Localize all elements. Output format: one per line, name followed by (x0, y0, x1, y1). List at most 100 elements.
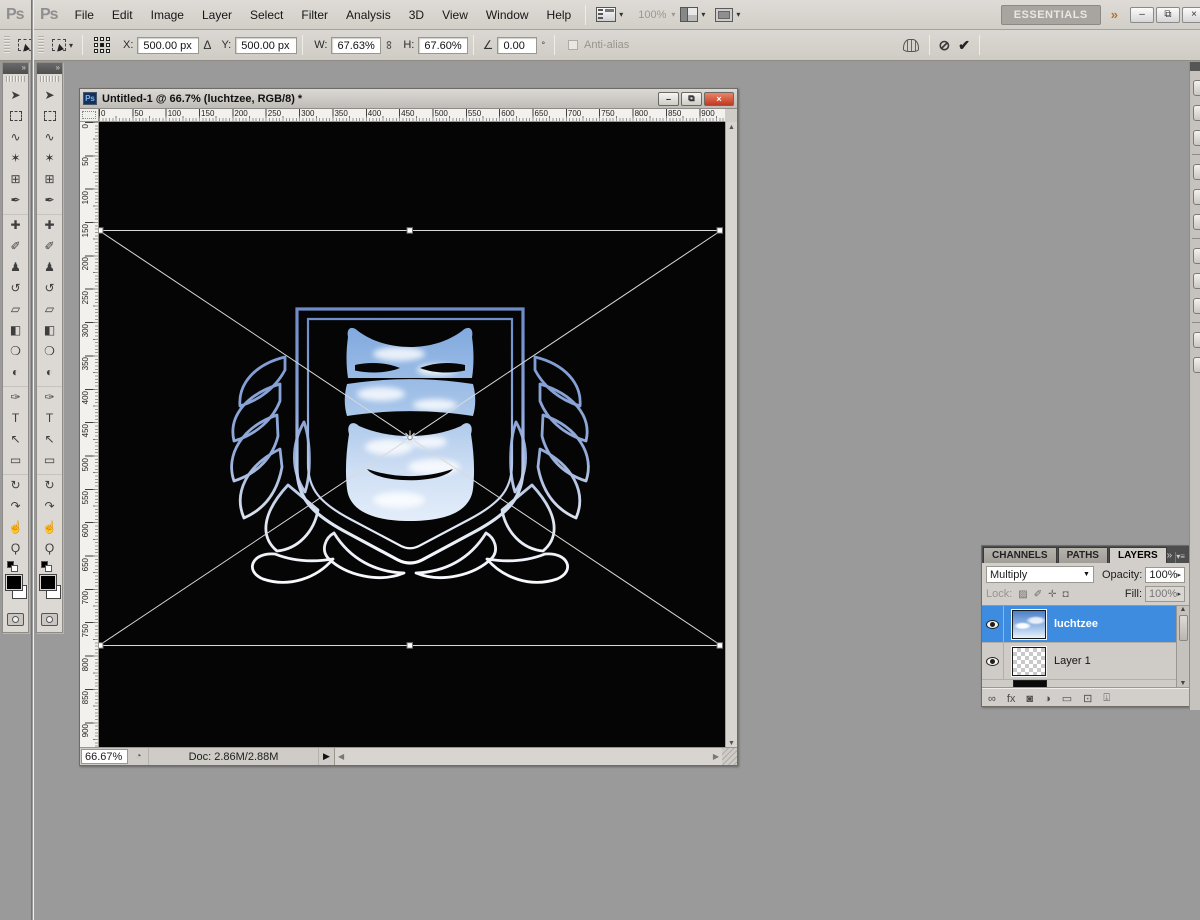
lock-transparent-pixels-icon[interactable]: ▨ (1018, 589, 1027, 600)
history-brush-tool[interactable]: ↺ (3, 277, 28, 298)
commit-transform-button[interactable]: ✔ (954, 37, 974, 54)
color-swatches[interactable] (40, 575, 60, 605)
dock-header[interactable] (1190, 62, 1200, 71)
dock-panel-icon[interactable] (1193, 130, 1200, 146)
reference-point-locator[interactable] (94, 37, 111, 54)
panel-chevrons-icon[interactable]: » (1167, 550, 1176, 563)
visibility-cell[interactable] (982, 606, 1004, 642)
menu-select[interactable]: Select (241, 5, 292, 25)
path-selection-tool[interactable]: ↖ (37, 428, 62, 449)
document-close-button[interactable]: × (704, 92, 734, 106)
horizontal-ruler[interactable]: 0501001502002503003504004505005506006507… (99, 109, 725, 122)
3d-orbit-tool[interactable]: ↷ (37, 495, 62, 516)
3d-rotate-tool[interactable]: ↻ (37, 474, 62, 495)
rotation-input[interactable]: 0.00 (497, 37, 537, 54)
status-zoom-field[interactable]: 66.67% (81, 749, 128, 764)
height-input[interactable]: 67.60% (418, 37, 467, 54)
delete-layer-icon[interactable]: ⍗ (1103, 692, 1110, 705)
dodge-tool[interactable]: ◐ (3, 361, 28, 382)
horizontal-scrollbar[interactable]: ◀▶ (335, 748, 722, 765)
layer-row-layer-1[interactable]: Layer 1 (982, 643, 1178, 680)
magic-wand-tool[interactable]: ✶ (3, 147, 28, 168)
crop-tool[interactable]: ⊞ (3, 168, 28, 189)
link-layers-icon[interactable]: ∞ (988, 693, 996, 705)
x-position-input[interactable]: 500.00 px (137, 37, 199, 54)
zoom-level-dropdown[interactable]: 100% (638, 9, 666, 21)
quick-mask-button[interactable] (7, 613, 24, 626)
new-adjustment-layer-icon[interactable]: ◑ (1044, 693, 1051, 705)
type-tool[interactable]: T (37, 407, 62, 428)
toolbar-collapse-chevrons[interactable]: » (37, 63, 62, 74)
dock-panel-icon[interactable] (1193, 332, 1200, 348)
default-colors-icon[interactable] (7, 561, 26, 573)
panel-menu-icon[interactable]: ▾≡ (1175, 552, 1190, 563)
lasso-tool[interactable]: ∿ (3, 126, 28, 147)
launch-bridge-button[interactable]: ▾ (591, 5, 628, 25)
eraser-tool[interactable]: ▱ (3, 298, 28, 319)
lasso-tool[interactable]: ∿ (37, 126, 62, 147)
scroll-up-icon[interactable]: ▲ (728, 124, 735, 131)
status-menu-arrow[interactable]: ▶ (319, 748, 335, 765)
add-layer-mask-icon[interactable]: ◙ (1026, 693, 1033, 705)
pen-tool[interactable]: ✑ (37, 386, 62, 407)
tab-layers[interactable]: LAYERS (1109, 547, 1167, 563)
document-restore-button[interactable]: ⧉ (681, 92, 702, 106)
zoom-tool[interactable]: Ϙ (3, 537, 28, 558)
rectangular-marquee-tool[interactable] (3, 105, 28, 126)
opacity-input[interactable]: 100%▸ (1145, 567, 1185, 583)
move-tool[interactable]: ➤ (37, 84, 62, 105)
maintain-aspect-ratio-link-icon[interactable]: ∞ (382, 37, 396, 54)
toolbar-grip[interactable] (6, 76, 25, 82)
rectangular-marquee-tool[interactable] (37, 105, 62, 126)
zoom-tool[interactable]: Ϙ (37, 537, 62, 558)
gradient-tool[interactable]: ◧ (37, 319, 62, 340)
screen-mode-button[interactable]: ▾ (710, 5, 745, 25)
magic-wand-tool[interactable]: ✶ (37, 147, 62, 168)
menu-layer[interactable]: Layer (193, 5, 241, 25)
eye-icon[interactable] (986, 657, 999, 666)
spot-healing-brush-tool[interactable]: ✚ (3, 214, 28, 235)
eyedropper-tool[interactable]: ✒ (3, 189, 28, 210)
blur-tool[interactable]: ❍ (37, 340, 62, 361)
tab-paths[interactable]: PATHS (1058, 547, 1108, 563)
dock-panel-icon[interactable] (1193, 298, 1200, 314)
eyedropper-tool[interactable]: ✒ (37, 189, 62, 210)
dock-panel-icon[interactable] (1193, 357, 1200, 373)
default-colors-icon[interactable] (41, 561, 60, 573)
clone-stamp-tool[interactable]: ♟ (37, 256, 62, 277)
scroll-right-icon[interactable]: ▶ (713, 752, 719, 761)
dock-panel-icon[interactable] (1193, 248, 1200, 264)
relative-position-toggle[interactable]: Δ (199, 38, 215, 52)
options-grip[interactable] (38, 36, 44, 54)
vertical-ruler[interactable]: 0501001502002503003504004505005506006507… (80, 122, 99, 749)
layers-scrollbar[interactable]: ▲▼ (1176, 606, 1189, 687)
layer-thumbnail[interactable] (1012, 647, 1046, 676)
restore-button[interactable]: ⧉ (1156, 7, 1180, 23)
workspace-essentials-button[interactable]: ESSENTIALS (1001, 5, 1101, 25)
rectangle-tool[interactable]: ▭ (37, 449, 62, 470)
blur-tool[interactable]: ❍ (3, 340, 28, 361)
hand-tool[interactable]: ☝ (3, 516, 28, 537)
canvas[interactable] (99, 122, 725, 749)
close-button[interactable]: × (1182, 7, 1200, 23)
cancel-transform-button[interactable]: ⊘ (935, 37, 955, 54)
width-input[interactable]: 67.63% (331, 37, 380, 54)
dock-panel-icon[interactable] (1193, 80, 1200, 96)
foreground-color-swatch[interactable] (40, 575, 56, 590)
menu-window[interactable]: Window (477, 5, 538, 25)
history-brush-tool[interactable]: ↺ (37, 277, 62, 298)
scroll-down-icon[interactable]: ▼ (1180, 680, 1187, 687)
layer-styles-icon[interactable]: fx (1007, 693, 1016, 705)
gradient-tool[interactable]: ◧ (3, 319, 28, 340)
blend-mode-select[interactable]: Multiply▼ (986, 566, 1094, 583)
pen-tool[interactable]: ✑ (3, 386, 28, 407)
menu-edit[interactable]: Edit (103, 5, 142, 25)
dock-panel-icon[interactable] (1193, 164, 1200, 180)
document-title-bar[interactable]: Ps Untitled-1 @ 66.7% (luchtzee, RGB/8) … (80, 89, 737, 109)
transform-overlay[interactable] (99, 228, 723, 649)
new-group-icon[interactable]: ▭ (1062, 692, 1072, 705)
lock-all-icon[interactable]: ◘ (1063, 589, 1069, 600)
warp-mode-toggle[interactable] (898, 35, 924, 55)
hand-tool[interactable]: ☝ (37, 516, 62, 537)
clone-stamp-tool[interactable]: ♟ (3, 256, 28, 277)
